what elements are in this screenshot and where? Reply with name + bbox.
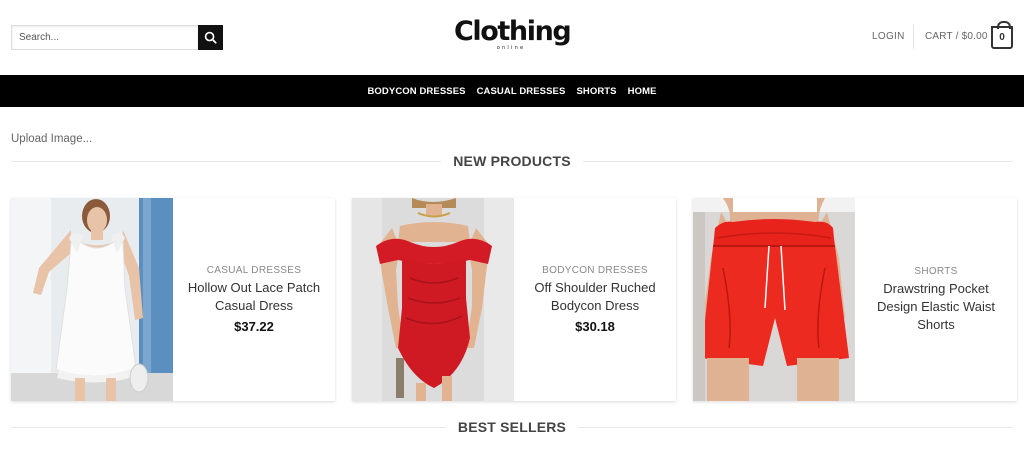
product-card[interactable]: SHORTS Drawstring Pocket Design Elastic …: [693, 198, 1017, 401]
header-divider: [913, 25, 914, 49]
search-form: [11, 25, 223, 50]
product-info: BODYCON DRESSES Off Shoulder Ruched Body…: [514, 198, 676, 401]
nav-item-casual-dresses[interactable]: CASUAL DRESSES: [477, 86, 566, 97]
heading-line-left: [11, 160, 442, 162]
search-button[interactable]: [198, 25, 223, 50]
heading-line-left: [11, 426, 446, 428]
heading-line-right: [578, 426, 1014, 428]
product-price: $37.22: [234, 319, 274, 334]
search-icon: [204, 31, 217, 44]
nav-item-bodycon-dresses[interactable]: BODYCON DRESSES: [367, 86, 465, 97]
new-products-heading: NEW PRODUCTS: [11, 151, 1014, 171]
product-price: $30.18: [575, 319, 615, 334]
upload-image-text[interactable]: Upload Image...: [11, 133, 92, 145]
product-image-red-bodycon-dress[interactable]: [352, 198, 514, 401]
site-logo[interactable]: Clothing online: [454, 16, 572, 56]
nav-item-home[interactable]: HOME: [628, 86, 657, 97]
product-name[interactable]: Hollow Out Lace Patch Casual Dress: [181, 279, 327, 315]
product-info: CASUAL DRESSES Hollow Out Lace Patch Cas…: [173, 198, 335, 401]
best-sellers-title: BEST SELLERS: [457, 419, 567, 435]
product-category[interactable]: BODYCON DRESSES: [542, 265, 648, 276]
login-link[interactable]: LOGIN: [872, 31, 905, 42]
best-sellers-heading: BEST SELLERS: [11, 417, 1014, 437]
cart-count: 0: [999, 32, 1005, 43]
product-info: SHORTS Drawstring Pocket Design Elastic …: [855, 198, 1017, 401]
logo-text: Clothing: [454, 16, 572, 47]
product-category[interactable]: CASUAL DRESSES: [207, 265, 301, 276]
main-nav: BODYCON DRESSES CASUAL DRESSES SHORTS HO…: [0, 75, 1024, 107]
product-card[interactable]: BODYCON DRESSES Off Shoulder Ruched Body…: [352, 198, 676, 401]
heading-line-right: [582, 160, 1014, 162]
product-card[interactable]: CASUAL DRESSES Hollow Out Lace Patch Cas…: [11, 198, 335, 401]
product-name[interactable]: Drawstring Pocket Design Elastic Waist S…: [863, 280, 1009, 334]
new-products-title: NEW PRODUCTS: [453, 153, 571, 169]
nav-item-shorts[interactable]: SHORTS: [576, 86, 616, 97]
product-category[interactable]: SHORTS: [914, 266, 957, 277]
product-image-white-lace-dress[interactable]: [11, 198, 173, 401]
search-input[interactable]: [11, 25, 198, 50]
product-name[interactable]: Off Shoulder Ruched Bodycon Dress: [522, 279, 668, 315]
cart-link[interactable]: CART / $0.00: [925, 31, 988, 42]
cart-bag-icon[interactable]: 0: [991, 21, 1013, 49]
product-image-red-shorts[interactable]: [693, 198, 855, 401]
site-header: Clothing online LOGIN CART / $0.00 0: [0, 0, 1024, 75]
